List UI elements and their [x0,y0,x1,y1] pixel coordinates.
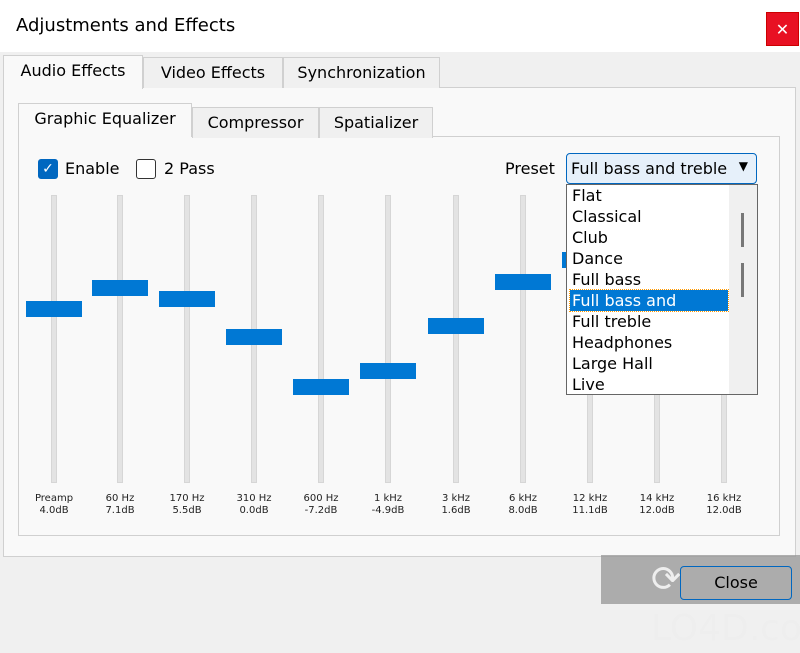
band-label: 1 kHz -4.9dB [358,493,418,517]
band-name: 6 kHz [508,493,538,504]
preset-option[interactable]: Full bass [570,269,728,290]
slider-thumb[interactable] [360,362,416,379]
band-name: 1 kHz [373,493,403,504]
slider-track[interactable] [385,195,391,483]
band-name: 60 Hz [105,493,135,504]
band-name: 16 kHz [706,493,742,504]
band-value: 8.0dB [508,505,538,516]
slider-track[interactable] [520,195,526,483]
preset-value: Full bass and treble [571,159,728,178]
band-value: -4.9dB [371,505,405,516]
band-label: 3 kHz 1.6dB [426,493,486,517]
band-name: 12 kHz [572,493,608,504]
band-value: 5.5dB [172,505,202,516]
close-button[interactable]: Close [680,566,792,600]
preset-option[interactable]: Classical [570,206,728,227]
slider-thumb[interactable] [26,301,82,318]
slider-thumb[interactable] [293,378,349,395]
band-value: 12.0dB [639,505,675,516]
band-value: 1.6dB [441,505,471,516]
band-value: 12.0dB [706,505,742,516]
preset-option[interactable]: Full treble [570,311,728,332]
preset-label: Preset [505,159,555,178]
band-label: 310 Hz 0.0dB [224,493,284,517]
tab-video-effects[interactable]: Video Effects [143,57,283,88]
tab-audio-effects[interactable]: Audio Effects [3,55,143,89]
preset-option[interactable]: Full bass and treble [569,289,729,331]
band-name: 14 kHz [639,493,675,504]
enable-checkbox[interactable]: ✓ [38,159,58,179]
preset-option[interactable]: Flat [570,185,728,206]
slider-thumb[interactable] [92,280,148,296]
slider-thumb[interactable] [159,291,215,308]
preset-option[interactable]: Club [570,227,728,248]
band-label: 170 Hz 5.5dB [157,493,217,517]
slider-thumb[interactable] [226,329,282,345]
band-label: 600 Hz -7.2dB [291,493,351,517]
close-icon[interactable]: ✕ [766,12,799,46]
band-label: 12 kHz 11.1dB [560,493,620,517]
tab-synchronization[interactable]: Synchronization [283,57,440,88]
enable-label: Enable [65,159,120,178]
slider-thumb[interactable] [428,317,484,334]
band-value: 7.1dB [105,505,135,516]
band-value: 4.0dB [39,505,69,516]
chevron-down-icon: ▼ [738,159,748,173]
band-name: Preamp [34,493,74,504]
preset-option[interactable]: Headphones [570,332,728,353]
band-value: -7.2dB [304,505,338,516]
band-label: 60 Hz 7.1dB [90,493,150,517]
slider-thumb[interactable] [495,273,551,290]
band-label: 14 kHz 12.0dB [627,493,687,517]
band-name: 170 Hz [169,493,205,504]
scrollbar[interactable] [729,185,757,394]
two-pass-checkbox[interactable] [136,159,156,179]
window-title: Adjustments and Effects [16,15,236,36]
slider-track[interactable] [184,195,190,483]
scroll-thumb[interactable] [741,213,744,247]
slider-track[interactable] [318,195,324,483]
scroll-thumb-lower[interactable] [741,263,744,297]
band-label: 16 kHz 12.0dB [694,493,754,517]
preset-list: Flat Classical Club Dance Full bass Full bass… [566,184,758,395]
band-name: 3 kHz [441,493,471,504]
band-name: 310 Hz [236,493,272,504]
slider-track[interactable] [51,195,57,483]
subtab-compressor[interactable]: Compressor [192,107,319,138]
band-value: 0.0dB [239,505,269,516]
subtab-graphic-equalizer[interactable]: Graphic Equalizer [18,103,192,137]
preset-option[interactable]: Live [570,374,728,395]
band-value: 11.1dB [572,505,608,516]
preset-option[interactable]: Large Hall [570,353,728,374]
band-name: 600 Hz [303,493,339,504]
slider-track[interactable] [453,195,459,483]
preset-option[interactable]: Dance [570,248,728,269]
preset-dropdown[interactable]: Full bass and treble ▼ [566,153,757,184]
subtab-spatializer[interactable]: Spatializer [319,107,433,138]
slider-track[interactable] [117,195,123,483]
two-pass-label: 2 Pass [164,159,215,178]
band-label: 6 kHz 8.0dB [493,493,553,517]
band-label: Preamp 4.0dB [24,493,84,517]
